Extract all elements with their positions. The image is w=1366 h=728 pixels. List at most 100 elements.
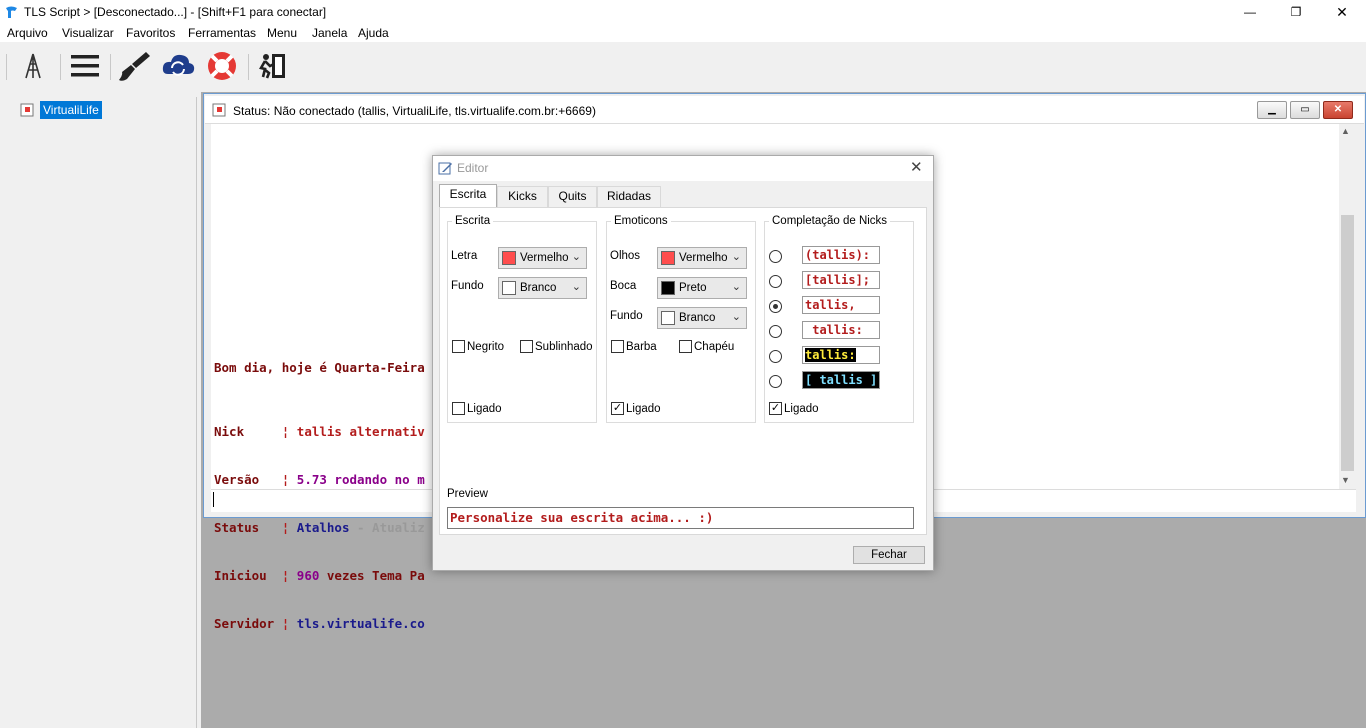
menu-arquivo[interactable]: Arquivo [7, 26, 48, 40]
escrita-ligado-label: Ligado [467, 403, 502, 415]
boca-color-select[interactable]: Preto ⌄ [657, 277, 747, 299]
editor-close-icon[interactable]: ✕ [910, 158, 923, 176]
nick-radio[interactable] [769, 350, 782, 363]
menu-favoritos[interactable]: Favoritos [126, 26, 175, 40]
antenna-icon[interactable] [15, 48, 51, 84]
nick-radio[interactable] [769, 325, 782, 338]
status-window-title: Status: Não conectado (tallis, VirtualiL… [233, 104, 596, 118]
barba-checkbox[interactable] [611, 340, 624, 353]
close-button[interactable]: ✕ [1319, 0, 1365, 24]
chat-row: Servidor ¦ tls.virtualife.co [214, 616, 425, 631]
nick-style-option: tallis: [802, 321, 880, 339]
tab-ridadas[interactable]: Ridadas [597, 186, 661, 207]
sublinhado-checkbox[interactable] [520, 340, 533, 353]
app-logo-icon [6, 6, 17, 18]
chat-row: Iniciou ¦ 960 vezes Tema Pa [214, 568, 425, 583]
chapeu-label: Chapéu [694, 341, 735, 353]
server-status-icon [20, 103, 34, 117]
chat-info-block: Nick ¦ tallis alternativ Versão ¦ 5.73 r… [214, 392, 425, 648]
chevron-down-icon: ⌄ [731, 251, 741, 263]
olhos-color-select[interactable]: Vermelho ⌄ [657, 247, 747, 269]
emoticon-fundo-select[interactable]: Branco ⌄ [657, 307, 747, 329]
nick-radio[interactable] [769, 250, 782, 263]
preview-box: Personalize sua escrita acima... :) [447, 507, 914, 529]
color-swatch [502, 251, 516, 265]
chevron-down-icon: ⌄ [571, 251, 581, 263]
color-swatch [661, 281, 675, 295]
toolbar-separator [110, 54, 111, 80]
toolbar-separator [248, 54, 249, 80]
fundo-label: Fundo [451, 280, 484, 292]
text-caret [213, 492, 214, 507]
escrita-ligado-checkbox[interactable] [452, 402, 465, 415]
chat-greeting: Bom dia, hoje é Quarta-Feira [214, 360, 425, 375]
status-window-icon [212, 103, 226, 117]
nick-radio[interactable] [769, 375, 782, 388]
tab-escrita[interactable]: Escrita [439, 184, 497, 208]
letra-color-select[interactable]: Vermelho ⌄ [498, 247, 587, 269]
negrito-label: Negrito [467, 341, 505, 353]
scroll-up-icon[interactable]: ▲ [1341, 126, 1350, 136]
server-tree [0, 97, 197, 728]
emoticon-fundo-label: Fundo [610, 310, 643, 322]
tab-quits[interactable]: Quits [548, 186, 597, 207]
menu-menu[interactable]: Menu [267, 26, 297, 40]
chevron-down-icon: ⌄ [731, 311, 741, 323]
menu-lines-icon[interactable] [67, 48, 103, 84]
nicks-ligado-checkbox[interactable]: ✓ [769, 402, 782, 415]
child-minimize-button[interactable]: ▁ [1257, 101, 1287, 119]
minimize-button[interactable]: — [1227, 0, 1273, 24]
color-swatch [661, 251, 675, 265]
nick-radio[interactable] [769, 275, 782, 288]
tree-item-server[interactable]: VirtualiLife [40, 101, 102, 119]
fechar-button[interactable]: Fechar [853, 546, 925, 564]
nick-style-option-dark: [ tallis ] [802, 371, 880, 389]
nick-style-option: tallis, [802, 296, 880, 314]
emoticons-ligado-checkbox[interactable]: ✓ [611, 402, 624, 415]
chapeu-checkbox[interactable] [679, 340, 692, 353]
editor-titlebar [433, 156, 933, 181]
scroll-down-icon[interactable]: ▼ [1341, 475, 1350, 485]
nick-style-option: (tallis): [802, 246, 880, 264]
chat-scroll-thumb[interactable] [1341, 215, 1354, 471]
restore-button[interactable]: ❐ [1273, 0, 1319, 24]
app-title: TLS Script > [Desconectado...] - [Shift+… [24, 5, 327, 19]
pencil-icon [438, 162, 452, 175]
nicks-ligado-label: Ligado [784, 403, 819, 415]
menu-visualizar[interactable]: Visualizar [62, 26, 114, 40]
barba-label: Barba [626, 341, 657, 353]
olhos-label: Olhos [610, 250, 641, 262]
child-restore-button[interactable]: ▭ [1290, 101, 1320, 119]
preview-label: Preview [447, 488, 488, 500]
menu-ferramentas[interactable]: Ferramentas [188, 26, 256, 40]
chat-row: Versão ¦ 5.73 rodando no m [214, 472, 425, 487]
color-swatch [661, 311, 675, 325]
brush-icon[interactable] [116, 48, 152, 84]
fundo-color-select[interactable]: Branco ⌄ [498, 277, 587, 299]
group-escrita-label: Escrita [452, 215, 494, 227]
nick-style-option-highlight: tallis: [802, 346, 880, 364]
group-emoticons-label: Emoticons [611, 215, 671, 227]
exit-run-icon[interactable] [254, 48, 290, 84]
chevron-down-icon: ⌄ [731, 281, 741, 293]
nick-radio-selected[interactable] [769, 300, 782, 313]
menu-ajuda[interactable]: Ajuda [358, 26, 389, 40]
nick-style-option: [tallis]; [802, 271, 880, 289]
child-close-button[interactable]: ✕ [1323, 101, 1353, 119]
letra-label: Letra [451, 250, 478, 262]
menu-janela[interactable]: Janela [312, 26, 347, 40]
emoticons-ligado-label: Ligado [626, 403, 661, 415]
lifebuoy-icon[interactable] [204, 48, 240, 84]
chevron-down-icon: ⌄ [571, 281, 581, 293]
chat-row: Nick ¦ tallis alternativ [214, 424, 425, 439]
negrito-checkbox[interactable] [452, 340, 465, 353]
color-swatch [502, 281, 516, 295]
tab-kicks[interactable]: Kicks [497, 186, 548, 207]
group-nicks-label: Completação de Nicks [769, 215, 891, 227]
toolbar-separator [60, 54, 61, 80]
toolbar-separator [6, 54, 7, 80]
editor-title: Editor [457, 161, 489, 175]
cloud-sync-icon[interactable] [160, 48, 196, 84]
chat-row: Status ¦ Atalhos - Atualiz [214, 520, 425, 535]
boca-label: Boca [610, 280, 637, 292]
